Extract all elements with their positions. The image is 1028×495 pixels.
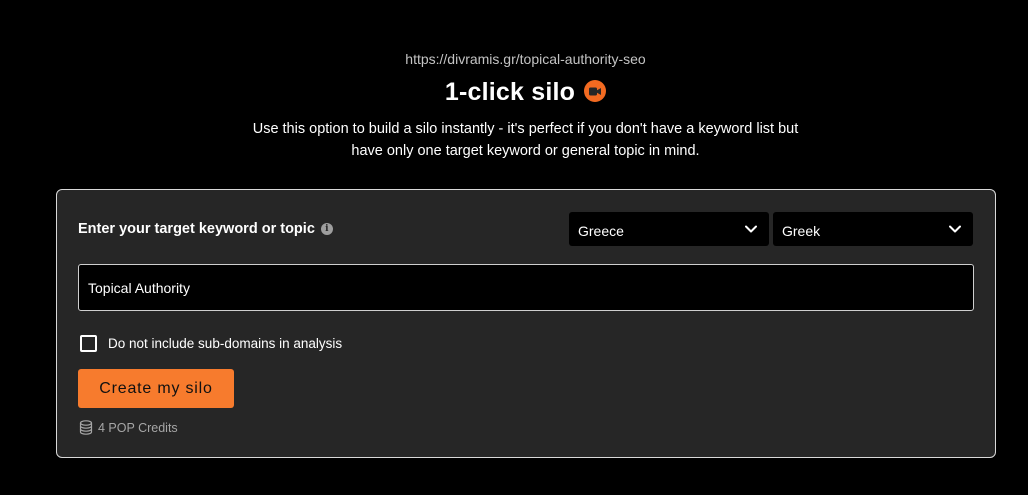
chevron-down-icon	[949, 225, 961, 233]
chevron-down-icon	[745, 225, 757, 233]
keyword-label: Enter your target keyword or topic	[78, 221, 315, 237]
keyword-input[interactable]	[78, 264, 974, 311]
description-line-2: have only one target keyword or general …	[351, 143, 700, 159]
credits-text: 4 POP Credits	[98, 420, 178, 435]
language-select-value: Greek	[782, 223, 821, 239]
page-title: 1-click silo	[444, 78, 576, 106]
create-silo-button[interactable]: Create my silo	[78, 369, 234, 408]
country-select[interactable]: Greece	[569, 212, 769, 246]
country-select-value: Greece	[578, 223, 624, 239]
title-row: 1-click silo	[0, 78, 1028, 107]
credits-info: 4 POP Credits	[79, 420, 178, 435]
keyword-label-row: Enter your target keyword or topic i	[78, 221, 333, 237]
description-line-1: Use this option to build a silo instantl…	[252, 121, 799, 137]
page-description: Use this option to build a silo instantl…	[0, 118, 1028, 162]
subdomain-checkbox[interactable]	[80, 335, 97, 352]
page-url: https://divramis.gr/topical-authority-se…	[405, 51, 646, 67]
video-camera-icon[interactable]	[584, 80, 607, 102]
database-icon	[79, 420, 93, 435]
page: https://divramis.gr/topical-authority-se…	[0, 0, 1028, 495]
info-icon[interactable]: i	[320, 223, 333, 235]
subdomain-option[interactable]: Do not include sub-domains in analysis	[80, 335, 342, 352]
subdomain-checkbox-label[interactable]: Do not include sub-domains in analysis	[108, 336, 342, 351]
language-select[interactable]: Greek	[773, 212, 973, 246]
silo-form-card: Enter your target keyword or topic i Gre…	[56, 189, 996, 458]
